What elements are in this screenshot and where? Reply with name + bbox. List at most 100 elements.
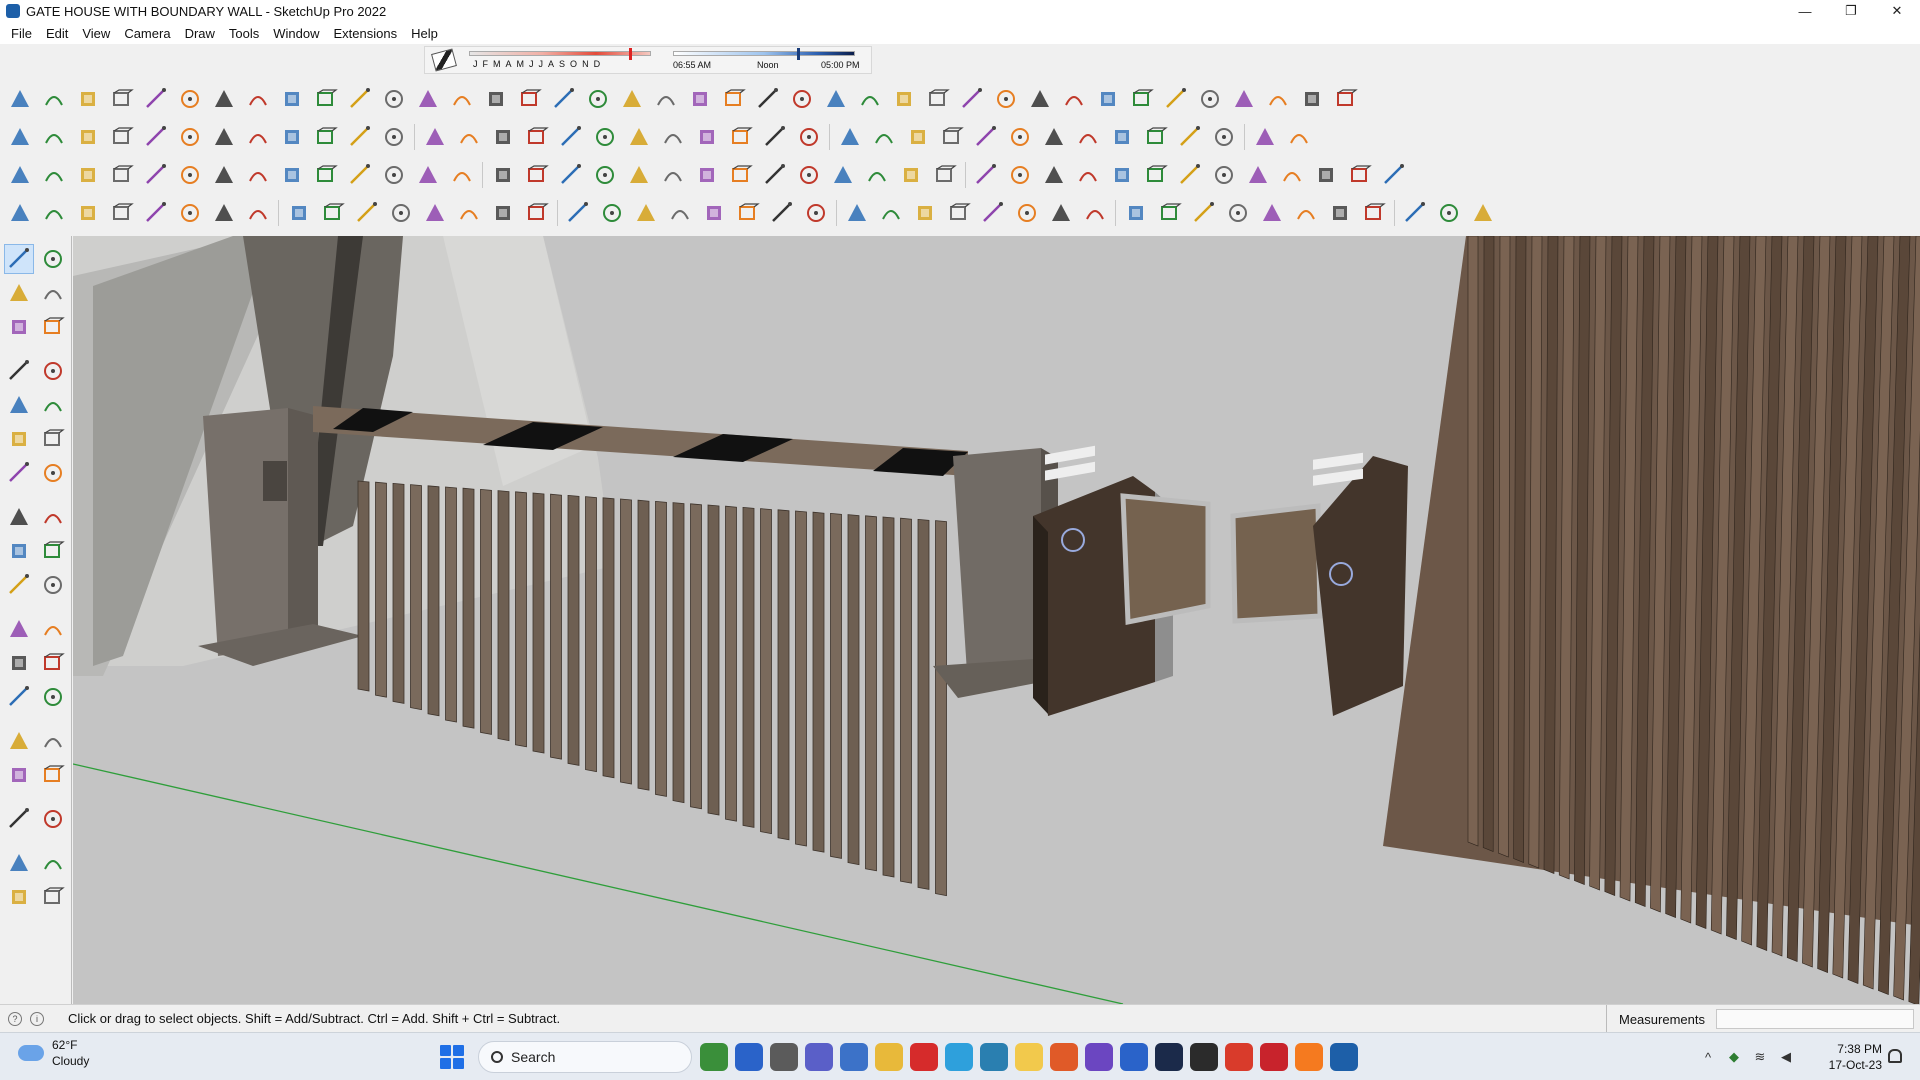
tool-icon[interactable] (142, 199, 170, 227)
tool-icon[interactable] (210, 85, 238, 113)
tool-icon[interactable] (346, 85, 374, 113)
tool-icon[interactable] (591, 123, 619, 151)
tool-icon[interactable] (38, 570, 68, 600)
teams-icon[interactable] (805, 1043, 833, 1071)
tool-icon[interactable] (1298, 85, 1326, 113)
time-slider-thumb[interactable] (797, 48, 800, 60)
tool-icon[interactable] (210, 123, 238, 151)
sticky-notes-icon[interactable] (1015, 1043, 1043, 1071)
tool-icon[interactable] (6, 85, 34, 113)
tool-icon[interactable] (1278, 161, 1306, 189)
tool-icon[interactable] (4, 390, 34, 420)
tool-icon[interactable] (1176, 161, 1204, 189)
telegram-icon[interactable] (945, 1043, 973, 1071)
tool-icon[interactable] (38, 848, 68, 878)
tool-icon[interactable] (380, 123, 408, 151)
tool-icon[interactable] (591, 161, 619, 189)
tool-icon[interactable] (489, 199, 517, 227)
tool-icon[interactable] (38, 760, 68, 790)
tool-icon[interactable] (176, 123, 204, 151)
time-slider[interactable]: 06:55 AM Noon 05:00 PM (673, 48, 863, 72)
tool-icon[interactable] (489, 123, 517, 151)
tool-icon[interactable] (74, 161, 102, 189)
tool-icon[interactable] (38, 390, 68, 420)
menu-help[interactable]: Help (404, 26, 445, 41)
tool-icon[interactable] (564, 199, 592, 227)
weather-widget[interactable]: 62°F Cloudy (18, 1037, 89, 1069)
tool-icon[interactable] (4, 312, 34, 342)
wifi-icon[interactable]: ≋ (1752, 1049, 1768, 1065)
tool-icon[interactable] (40, 123, 68, 151)
select-tool-icon[interactable] (4, 244, 34, 274)
tool-icon[interactable] (142, 161, 170, 189)
tool-icon[interactable] (1006, 161, 1034, 189)
tool-icon[interactable] (523, 123, 551, 151)
tool-icon[interactable] (6, 123, 34, 151)
garmin-icon[interactable] (1050, 1043, 1078, 1071)
tool-icon[interactable] (557, 123, 585, 151)
tool-icon[interactable] (829, 161, 857, 189)
tool-icon[interactable] (38, 726, 68, 756)
tool-icon[interactable] (1128, 85, 1156, 113)
taskbar-clock[interactable]: 7:38 PM 17-Oct-23 (1810, 1041, 1882, 1073)
tool-icon[interactable] (890, 85, 918, 113)
tool-icon[interactable] (1401, 199, 1429, 227)
chevron-up-icon[interactable]: ^ (1700, 1049, 1716, 1065)
tool-icon[interactable] (414, 161, 442, 189)
tool-icon[interactable] (353, 199, 381, 227)
task-view-icon[interactable] (770, 1043, 798, 1071)
menu-tools[interactable]: Tools (222, 26, 266, 41)
tool-icon[interactable] (142, 85, 170, 113)
tool-icon[interactable] (176, 161, 204, 189)
tool-icon[interactable] (74, 85, 102, 113)
tool-icon[interactable] (40, 85, 68, 113)
tool-icon[interactable] (693, 123, 721, 151)
tool-icon[interactable] (38, 682, 68, 712)
tool-icon[interactable] (1162, 85, 1190, 113)
tool-icon[interactable] (4, 726, 34, 756)
tool-icon[interactable] (1230, 85, 1258, 113)
tool-icon[interactable] (904, 123, 932, 151)
tool-icon[interactable] (319, 199, 347, 227)
tool-icon[interactable] (931, 161, 959, 189)
tool-icon[interactable] (1040, 123, 1068, 151)
tool-icon[interactable] (380, 161, 408, 189)
tool-icon[interactable] (278, 123, 306, 151)
model-viewport[interactable] (73, 236, 1920, 1004)
tool-icon[interactable] (870, 123, 898, 151)
tool-icon[interactable] (557, 161, 585, 189)
tool-icon[interactable] (625, 161, 653, 189)
tool-icon[interactable] (448, 161, 476, 189)
tool-icon[interactable] (761, 123, 789, 151)
tool-icon[interactable] (686, 85, 714, 113)
tool-icon[interactable] (38, 458, 68, 488)
tool-icon[interactable] (38, 536, 68, 566)
tool-icon[interactable] (1360, 199, 1388, 227)
tool-icon[interactable] (659, 161, 687, 189)
tool-icon[interactable] (863, 161, 891, 189)
close-button[interactable]: ✕ (1874, 0, 1920, 22)
tool-icon[interactable] (666, 199, 694, 227)
tool-icon[interactable] (877, 199, 905, 227)
tool-icon[interactable] (4, 648, 34, 678)
tool-icon[interactable] (856, 85, 884, 113)
tool-icon[interactable] (108, 161, 136, 189)
opera-icon[interactable] (910, 1043, 938, 1071)
tool-icon[interactable] (802, 199, 830, 227)
tool-icon[interactable] (924, 85, 952, 113)
tool-icon[interactable] (979, 199, 1007, 227)
tool-icon[interactable] (836, 123, 864, 151)
measurements-input[interactable] (1716, 1009, 1914, 1029)
tool-icon[interactable] (1346, 161, 1374, 189)
tool-icon[interactable] (38, 356, 68, 386)
tool-icon[interactable] (1244, 161, 1272, 189)
tool-icon[interactable] (108, 123, 136, 151)
tool-icon[interactable] (278, 85, 306, 113)
tool-icon[interactable] (1047, 199, 1075, 227)
restore-button[interactable]: ❐ (1828, 0, 1874, 22)
tool-icon[interactable] (1074, 123, 1102, 151)
geo-location-icon[interactable]: ? (8, 1011, 22, 1026)
pinterest-icon[interactable] (1260, 1043, 1288, 1071)
menu-window[interactable]: Window (266, 26, 326, 41)
tool-icon[interactable] (1081, 199, 1109, 227)
